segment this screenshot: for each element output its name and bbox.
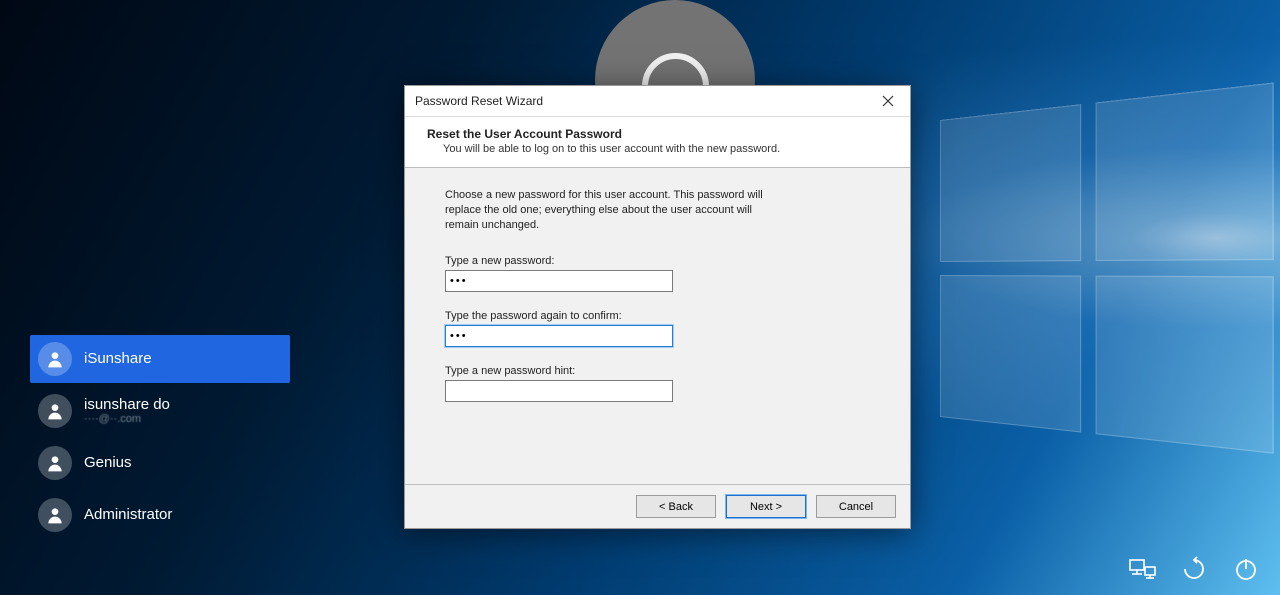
dialog-header: Reset the User Account Password You will… (405, 117, 910, 168)
user-name-label: Administrator (84, 507, 172, 524)
next-button[interactable]: Next > (726, 495, 806, 518)
confirm-password-label: Type the password again to confirm: (445, 310, 870, 322)
user-icon (38, 446, 72, 480)
network-icon[interactable] (1128, 555, 1156, 583)
system-controls (1128, 555, 1260, 583)
user-name-label: Genius (84, 455, 132, 472)
ease-of-access-icon[interactable] (1180, 555, 1208, 583)
dialog-title: Password Reset Wizard (415, 94, 543, 108)
user-name-label: iSunshare (84, 351, 152, 368)
password-reset-wizard-dialog: Password Reset Wizard Reset the User Acc… (404, 85, 911, 529)
dialog-header-title: Reset the User Account Password (427, 127, 888, 141)
password-hint-input[interactable] (445, 380, 673, 402)
windows-logo (940, 82, 1278, 458)
dialog-titlebar: Password Reset Wizard (405, 86, 910, 117)
user-item-isunshare[interactable]: iSunshare (30, 335, 290, 383)
back-button[interactable]: < Back (636, 495, 716, 518)
user-icon (38, 342, 72, 376)
user-icon (38, 498, 72, 532)
user-icon (38, 394, 72, 428)
confirm-password-input[interactable] (445, 325, 673, 347)
user-email-label: ····@··.com (84, 413, 170, 425)
power-icon[interactable] (1232, 555, 1260, 583)
user-account-list: iSunshare isunshare do ····@··.com Geniu… (30, 335, 290, 543)
close-button[interactable] (865, 86, 910, 116)
user-item-genius[interactable]: Genius (30, 439, 290, 487)
dialog-description: Choose a new password for this user acco… (445, 188, 785, 233)
new-password-input[interactable] (445, 270, 673, 292)
dialog-body: Choose a new password for this user acco… (405, 168, 910, 484)
user-name-label: isunshare do (84, 397, 170, 414)
dialog-footer: < Back Next > Cancel (405, 484, 910, 528)
new-password-label: Type a new password: (445, 255, 870, 267)
user-item-administrator[interactable]: Administrator (30, 491, 290, 539)
password-hint-label: Type a new password hint: (445, 365, 870, 377)
dialog-header-subtitle: You will be able to log on to this user … (443, 143, 888, 155)
cancel-button[interactable]: Cancel (816, 495, 896, 518)
user-item-isunshare-do[interactable]: isunshare do ····@··.com (30, 387, 290, 435)
